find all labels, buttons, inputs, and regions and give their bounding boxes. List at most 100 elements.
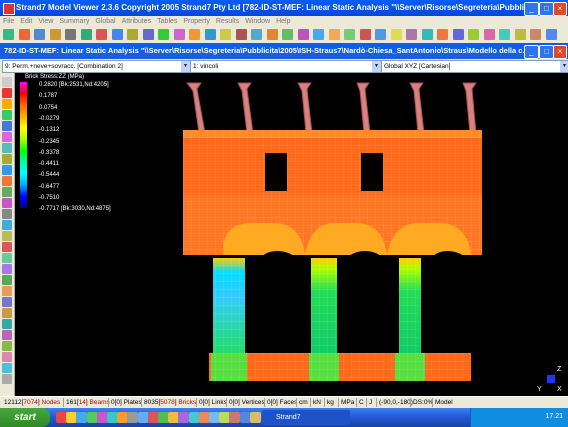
left-toolbar-button-icon[interactable]	[2, 341, 12, 351]
left-toolbar-button-icon[interactable]	[2, 253, 12, 263]
quick-launch-icon[interactable]	[127, 412, 139, 423]
left-toolbar-button-icon[interactable]	[2, 110, 12, 120]
toolbar-button-icon[interactable]	[297, 29, 309, 40]
toolbar-button-icon[interactable]	[545, 29, 557, 40]
left-toolbar-button-icon[interactable]	[2, 275, 12, 285]
toolbar-button-icon[interactable]	[111, 29, 123, 40]
toolbar-button-icon[interactable]	[173, 29, 185, 40]
left-toolbar-button-icon[interactable]	[2, 264, 12, 274]
left-toolbar-button-icon[interactable]	[2, 187, 12, 197]
toolbar-button-icon[interactable]	[266, 29, 278, 40]
left-toolbar-button-icon[interactable]	[2, 143, 12, 153]
toolbar-button-icon[interactable]	[406, 29, 417, 40]
left-toolbar-button-icon[interactable]	[2, 198, 12, 208]
left-toolbar-button-icon[interactable]	[2, 165, 12, 175]
toolbar-button-icon[interactable]	[530, 29, 541, 40]
menu-item-results[interactable]: Results	[216, 16, 239, 27]
toolbar-button-icon[interactable]	[282, 29, 293, 40]
menu-item-edit[interactable]: Edit	[20, 16, 32, 27]
left-toolbar-button-icon[interactable]	[2, 209, 12, 219]
toolbar-button-icon[interactable]	[499, 29, 510, 40]
chevron-down-icon[interactable]: ▼	[181, 61, 190, 72]
toolbar-button-icon[interactable]	[375, 29, 386, 40]
start-button[interactable]: start	[0, 408, 50, 427]
toolbar-button-icon[interactable]	[3, 29, 14, 40]
left-toolbar-button-icon[interactable]	[2, 231, 12, 241]
left-toolbar-button-icon[interactable]	[2, 352, 12, 362]
toolbar-button-icon[interactable]	[204, 29, 216, 40]
toolbar-button-icon[interactable]	[18, 29, 30, 40]
left-toolbar-button-icon[interactable]	[2, 176, 12, 186]
left-toolbar-button-icon[interactable]	[2, 297, 12, 307]
toolbar-button-icon[interactable]	[514, 29, 526, 40]
toolbar-button-icon[interactable]	[49, 29, 61, 40]
menu-item-help[interactable]: Help	[276, 16, 290, 27]
toolbar-button-icon[interactable]	[235, 29, 247, 40]
left-toolbar-button-icon[interactable]	[2, 308, 12, 318]
toolbar-button-icon[interactable]	[142, 29, 154, 40]
menu-item-window[interactable]: Window	[245, 16, 270, 27]
load-case-select[interactable]: 9: Perm.+neve+sovracc. [Combination 2] ▼	[2, 60, 191, 73]
menu-item-summary[interactable]: Summary	[59, 16, 89, 27]
quick-launch-icon[interactable]	[86, 412, 98, 423]
toolbar-button-icon[interactable]	[220, 29, 231, 40]
chevron-down-icon[interactable]: ▼	[372, 61, 381, 72]
quick-launch-icon[interactable]	[76, 412, 88, 423]
left-toolbar-button-icon[interactable]	[2, 88, 12, 98]
maximize-icon[interactable]: □	[539, 2, 554, 16]
quick-launch-icon[interactable]	[137, 412, 149, 423]
document-title-bar[interactable]: 782-ID-ST-MEF: Linear Static Analysis "\…	[0, 43, 568, 59]
left-toolbar-button-icon[interactable]	[2, 374, 12, 384]
doc-close-icon[interactable]: ×	[553, 45, 567, 59]
doc-minimize-icon[interactable]: _	[524, 45, 539, 59]
left-toolbar-button-icon[interactable]	[2, 132, 12, 142]
menu-item-attributes[interactable]: Attributes	[122, 16, 152, 27]
left-toolbar-button-icon[interactable]	[2, 77, 12, 87]
left-toolbar-button-icon[interactable]	[2, 319, 12, 329]
toolbar-button-icon[interactable]	[328, 29, 340, 40]
toolbar-button-icon[interactable]	[468, 29, 479, 40]
chevron-down-icon[interactable]: ▼	[560, 61, 568, 72]
close-icon[interactable]: ×	[553, 2, 567, 16]
left-toolbar-button-icon[interactable]	[2, 220, 12, 230]
left-toolbar-button-icon[interactable]	[2, 99, 12, 109]
toolbar-button-icon[interactable]	[127, 29, 138, 40]
doc-maximize-icon[interactable]: □	[539, 45, 554, 59]
title-bar[interactable]: Strand7 Model Viewer 2.3.6 Copyright 200…	[0, 0, 568, 16]
left-toolbar-button-icon[interactable]	[2, 363, 12, 373]
freedom-case-select[interactable]: 1: vincoli ▼	[190, 60, 382, 73]
quick-launch-icon[interactable]	[178, 412, 190, 423]
taskbar-item-strand7[interactable]: Strand7	[262, 410, 350, 425]
toolbar-button-icon[interactable]	[452, 29, 464, 40]
left-toolbar-button-icon[interactable]	[2, 330, 12, 340]
minimize-icon[interactable]: _	[524, 2, 539, 16]
model-view[interactable]: Z Y X	[15, 73, 568, 396]
coordinate-system-select[interactable]: Global XYZ [Cartesian] ▼	[381, 60, 568, 73]
quick-launch-icon[interactable]	[188, 412, 200, 423]
menu-item-file[interactable]: File	[3, 16, 14, 27]
quick-launch-icon[interactable]	[249, 412, 261, 423]
toolbar-button-icon[interactable]	[34, 29, 45, 40]
toolbar-button-icon[interactable]	[96, 29, 107, 40]
quick-launch-icon[interactable]	[239, 412, 251, 423]
menu-item-tables[interactable]: Tables	[157, 16, 177, 27]
left-toolbar-button-icon[interactable]	[2, 242, 12, 252]
toolbar-button-icon[interactable]	[437, 29, 448, 40]
left-toolbar-button-icon[interactable]	[2, 154, 12, 164]
toolbar-button-icon[interactable]	[344, 29, 355, 40]
toolbar-button-icon[interactable]	[65, 29, 76, 40]
menu-item-global[interactable]: Global	[95, 16, 115, 27]
toolbar-button-icon[interactable]	[251, 29, 262, 40]
left-toolbar-button-icon[interactable]	[2, 286, 12, 296]
quick-launch-icon[interactable]	[229, 412, 241, 423]
toolbar-button-icon[interactable]	[158, 29, 169, 40]
left-toolbar-button-icon[interactable]	[2, 121, 12, 131]
model-viewport[interactable]: Brick Stress:ZZ (MPa) 0.2820 [Bk:2531,Nd…	[15, 73, 568, 396]
toolbar-button-icon[interactable]	[189, 29, 200, 40]
menu-item-property[interactable]: Property	[183, 16, 209, 27]
menu-item-view[interactable]: View	[38, 16, 53, 27]
toolbar-button-icon[interactable]	[313, 29, 324, 40]
toolbar-button-icon[interactable]	[483, 29, 495, 40]
toolbar-button-icon[interactable]	[390, 29, 402, 40]
toolbar-button-icon[interactable]	[359, 29, 371, 40]
